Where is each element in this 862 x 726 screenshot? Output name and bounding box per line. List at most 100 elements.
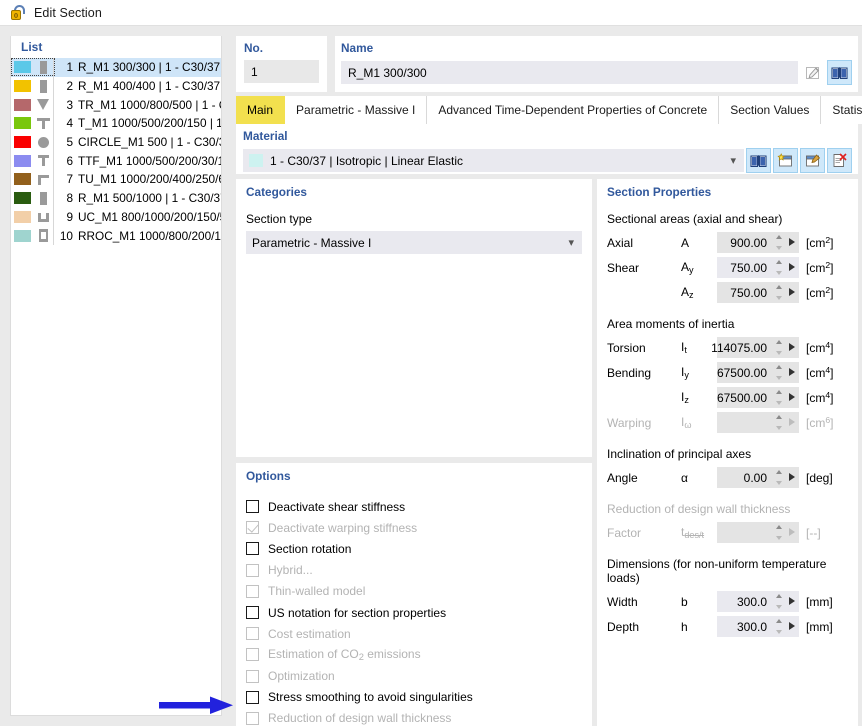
spinner-icon[interactable] [775,365,783,380]
chevron-down-icon: ▾ [568,237,574,249]
option-row: Reduction of design wall thickness [246,708,584,726]
property-value-input[interactable]: 750.00 [717,282,799,303]
no-input[interactable]: 1 [244,60,319,83]
list-item[interactable]: 6 TTF_M1 1000/500/200/30/150 | [11,151,221,171]
option-row: Thin-walled model [246,581,584,602]
option-label: Deactivate warping stiffness [268,520,418,535]
property-symbol: A [681,235,690,250]
property-value-input[interactable]: 900.00 [717,232,799,253]
property-symbol: α [681,470,688,485]
list-item-shape-icon [33,95,54,115]
expand-arrow-icon[interactable] [789,393,795,401]
property-value-input[interactable]: 67500.00 [717,387,799,408]
tab-bar[interactable]: Main Parametric - Massive I Advanced Time-… [236,96,862,124]
spinner-icon[interactable] [775,260,783,275]
list-item-label: R_M1 300/300 | 1 - C30/37 [78,60,221,75]
section-properties-panel: Section Properties Sectional areas (axia… [597,179,858,726]
checkbox-icon[interactable] [246,606,259,620]
property-value-input[interactable]: 750.00 [717,257,799,278]
section-type-value: Parametric - Massive I [252,235,372,250]
property-row: Axial A 900.00 [cm2] [607,230,850,255]
option-row[interactable]: Section rotation [246,538,584,559]
options-title: Options [246,469,291,483]
checkbox-icon[interactable] [246,542,259,556]
property-unit: [mm] [806,594,833,609]
tab-advanced-time-dependent-properties-of-concrete[interactable]: Advanced Time-Dependent Properties of Co… [427,96,720,124]
expand-arrow-icon[interactable] [789,597,795,605]
section-list[interactable]: 1 R_M1 300/300 | 1 - C30/37 2 R_M1 400/400 … [11,58,221,245]
checkbox-icon[interactable] [246,690,259,704]
property-name: Warping [607,415,652,430]
spinner-icon[interactable] [775,285,783,300]
list-item[interactable]: 2 R_M1 400/400 | 1 - C30/37 [11,76,221,96]
material-library-icon[interactable] [746,148,771,173]
delete-material-icon[interactable] [827,148,852,173]
list-item[interactable]: 7 TU_M1 1000/200/400/250/600/3 [11,170,221,189]
rename-icon[interactable] [800,60,825,85]
list-item-shape-icon [33,188,54,208]
expand-arrow-icon[interactable] [789,473,795,481]
list-item-label: TTF_M1 1000/500/200/30/150 | [78,153,221,168]
property-name: Angle [607,470,638,485]
list-item-shape-icon [33,170,54,189]
spinner-icon[interactable] [775,235,783,250]
property-symbol: Az [681,285,694,300]
list-header: List [11,36,221,58]
library-icon[interactable] [827,60,852,85]
spinner-icon[interactable] [775,594,783,609]
spinner-icon[interactable] [775,619,783,634]
checkbox-icon [246,669,259,683]
expand-arrow-icon[interactable] [789,343,795,351]
list-item-label: RROC_M1 1000/800/200/150/25 [78,228,221,243]
edit-material-icon[interactable] [800,148,825,173]
expand-arrow-icon[interactable] [789,263,795,271]
section-type-combobox[interactable]: Parametric - Massive I ▾ [246,231,582,254]
list-item[interactable]: 4 T_M1 1000/500/200/150 | 1 - C3 [11,114,221,133]
material-combobox[interactable]: 1 - C30/37 | Isotropic | Linear Elastic … [243,149,744,172]
list-item[interactable]: 1 R_M1 300/300 | 1 - C30/37 [11,58,221,77]
section-properties-list: Sectional areas (axial and shear) Axial A 9… [607,212,850,639]
spinner-icon[interactable] [775,340,783,355]
list-item-color-swatch [11,151,33,170]
tab-statistics[interactable]: Statistics [821,96,862,124]
expand-arrow-icon[interactable] [789,622,795,630]
list-item-number: 4 [66,116,73,131]
spinner-icon[interactable] [775,470,783,485]
list-item[interactable]: 3 TR_M1 1000/800/500 | 1 - C30/3 [11,95,221,115]
property-row: Factor tdes/t [--] [607,520,850,545]
list-item[interactable]: 10 RROC_M1 1000/800/200/150/25 [11,226,221,245]
tab-main[interactable]: Main [236,96,286,124]
tab-section-values[interactable]: Section Values [719,96,822,124]
property-value-input[interactable]: 67500.00 [717,362,799,383]
list-item-color-swatch [11,114,33,133]
expand-arrow-icon[interactable] [789,288,795,296]
list-item[interactable]: 8 R_M1 500/1000 | 1 - C30/37 [11,188,221,208]
property-value-input[interactable]: 300.0 [717,616,799,637]
name-input[interactable]: R_M1 300/300 [341,61,798,84]
property-value: 900.00 [730,235,767,250]
property-value-input[interactable]: 114075.00 [711,337,799,358]
chevron-down-icon: ▾ [730,155,736,167]
property-value-input[interactable]: 0.00 [717,467,799,488]
expand-arrow-icon[interactable] [789,238,795,246]
option-row[interactable]: Stress smoothing to avoid singularities [246,687,584,708]
option-row[interactable]: Deactivate shear stiffness [246,496,584,517]
property-value-input[interactable]: 300.0 [717,591,799,612]
list-item[interactable]: 9 UC_M1 800/1000/200/150/50/75 [11,207,221,227]
option-label: US notation for section properties [268,605,447,620]
property-value: 750.00 [730,260,767,275]
new-material-icon[interactable] [773,148,798,173]
property-value: 750.00 [730,285,767,300]
option-row[interactable]: US notation for section properties [246,602,584,623]
list-item-number: 1 [66,60,73,75]
list-item-shape-icon [33,132,54,152]
checkbox-icon[interactable] [246,500,259,514]
tab-parametric-massive-i[interactable]: Parametric - Massive I [285,96,428,124]
expand-arrow-icon[interactable] [789,368,795,376]
property-symbol: h [681,619,688,634]
list-item[interactable]: 5 CIRCLE_M1 500 | 1 - C30/37 [11,132,221,152]
spinner-icon[interactable] [775,390,783,405]
list-item-label: R_M1 400/400 | 1 - C30/37 [78,79,221,94]
property-value: 114075.00 [711,340,767,355]
property-name: Bending [607,365,652,380]
